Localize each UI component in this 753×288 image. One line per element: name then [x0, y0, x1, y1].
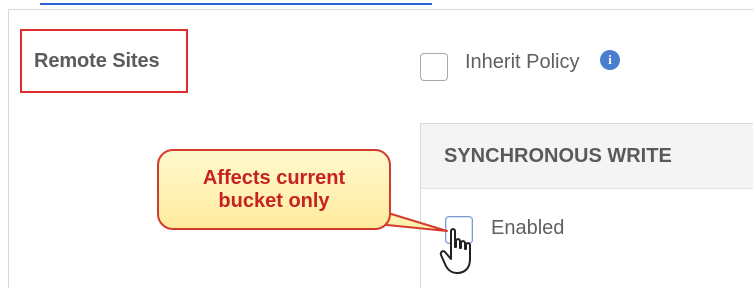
synchronous-write-header: SYNCHRONOUS WRITE — [421, 124, 753, 189]
inherit-policy-checkbox[interactable] — [420, 53, 448, 81]
hand-pointer-icon — [439, 228, 471, 274]
remote-sites-highlight: Remote Sites — [20, 29, 188, 93]
info-icon[interactable]: i — [600, 50, 620, 70]
remote-sites-label: Remote Sites — [34, 49, 160, 72]
enabled-label: Enabled — [491, 217, 565, 239]
top-link-underline[interactable] — [40, 0, 432, 5]
remote-sites-settings-page: Remote Sites Inherit Policy i SYNCHRONOU… — [0, 0, 753, 288]
callout-note: Affects current bucket only — [157, 149, 391, 230]
callout-text: Affects current bucket only — [202, 166, 346, 212]
synchronous-write-title: SYNCHRONOUS WRITE — [444, 145, 672, 167]
inherit-policy-label: Inherit Policy — [465, 51, 580, 73]
